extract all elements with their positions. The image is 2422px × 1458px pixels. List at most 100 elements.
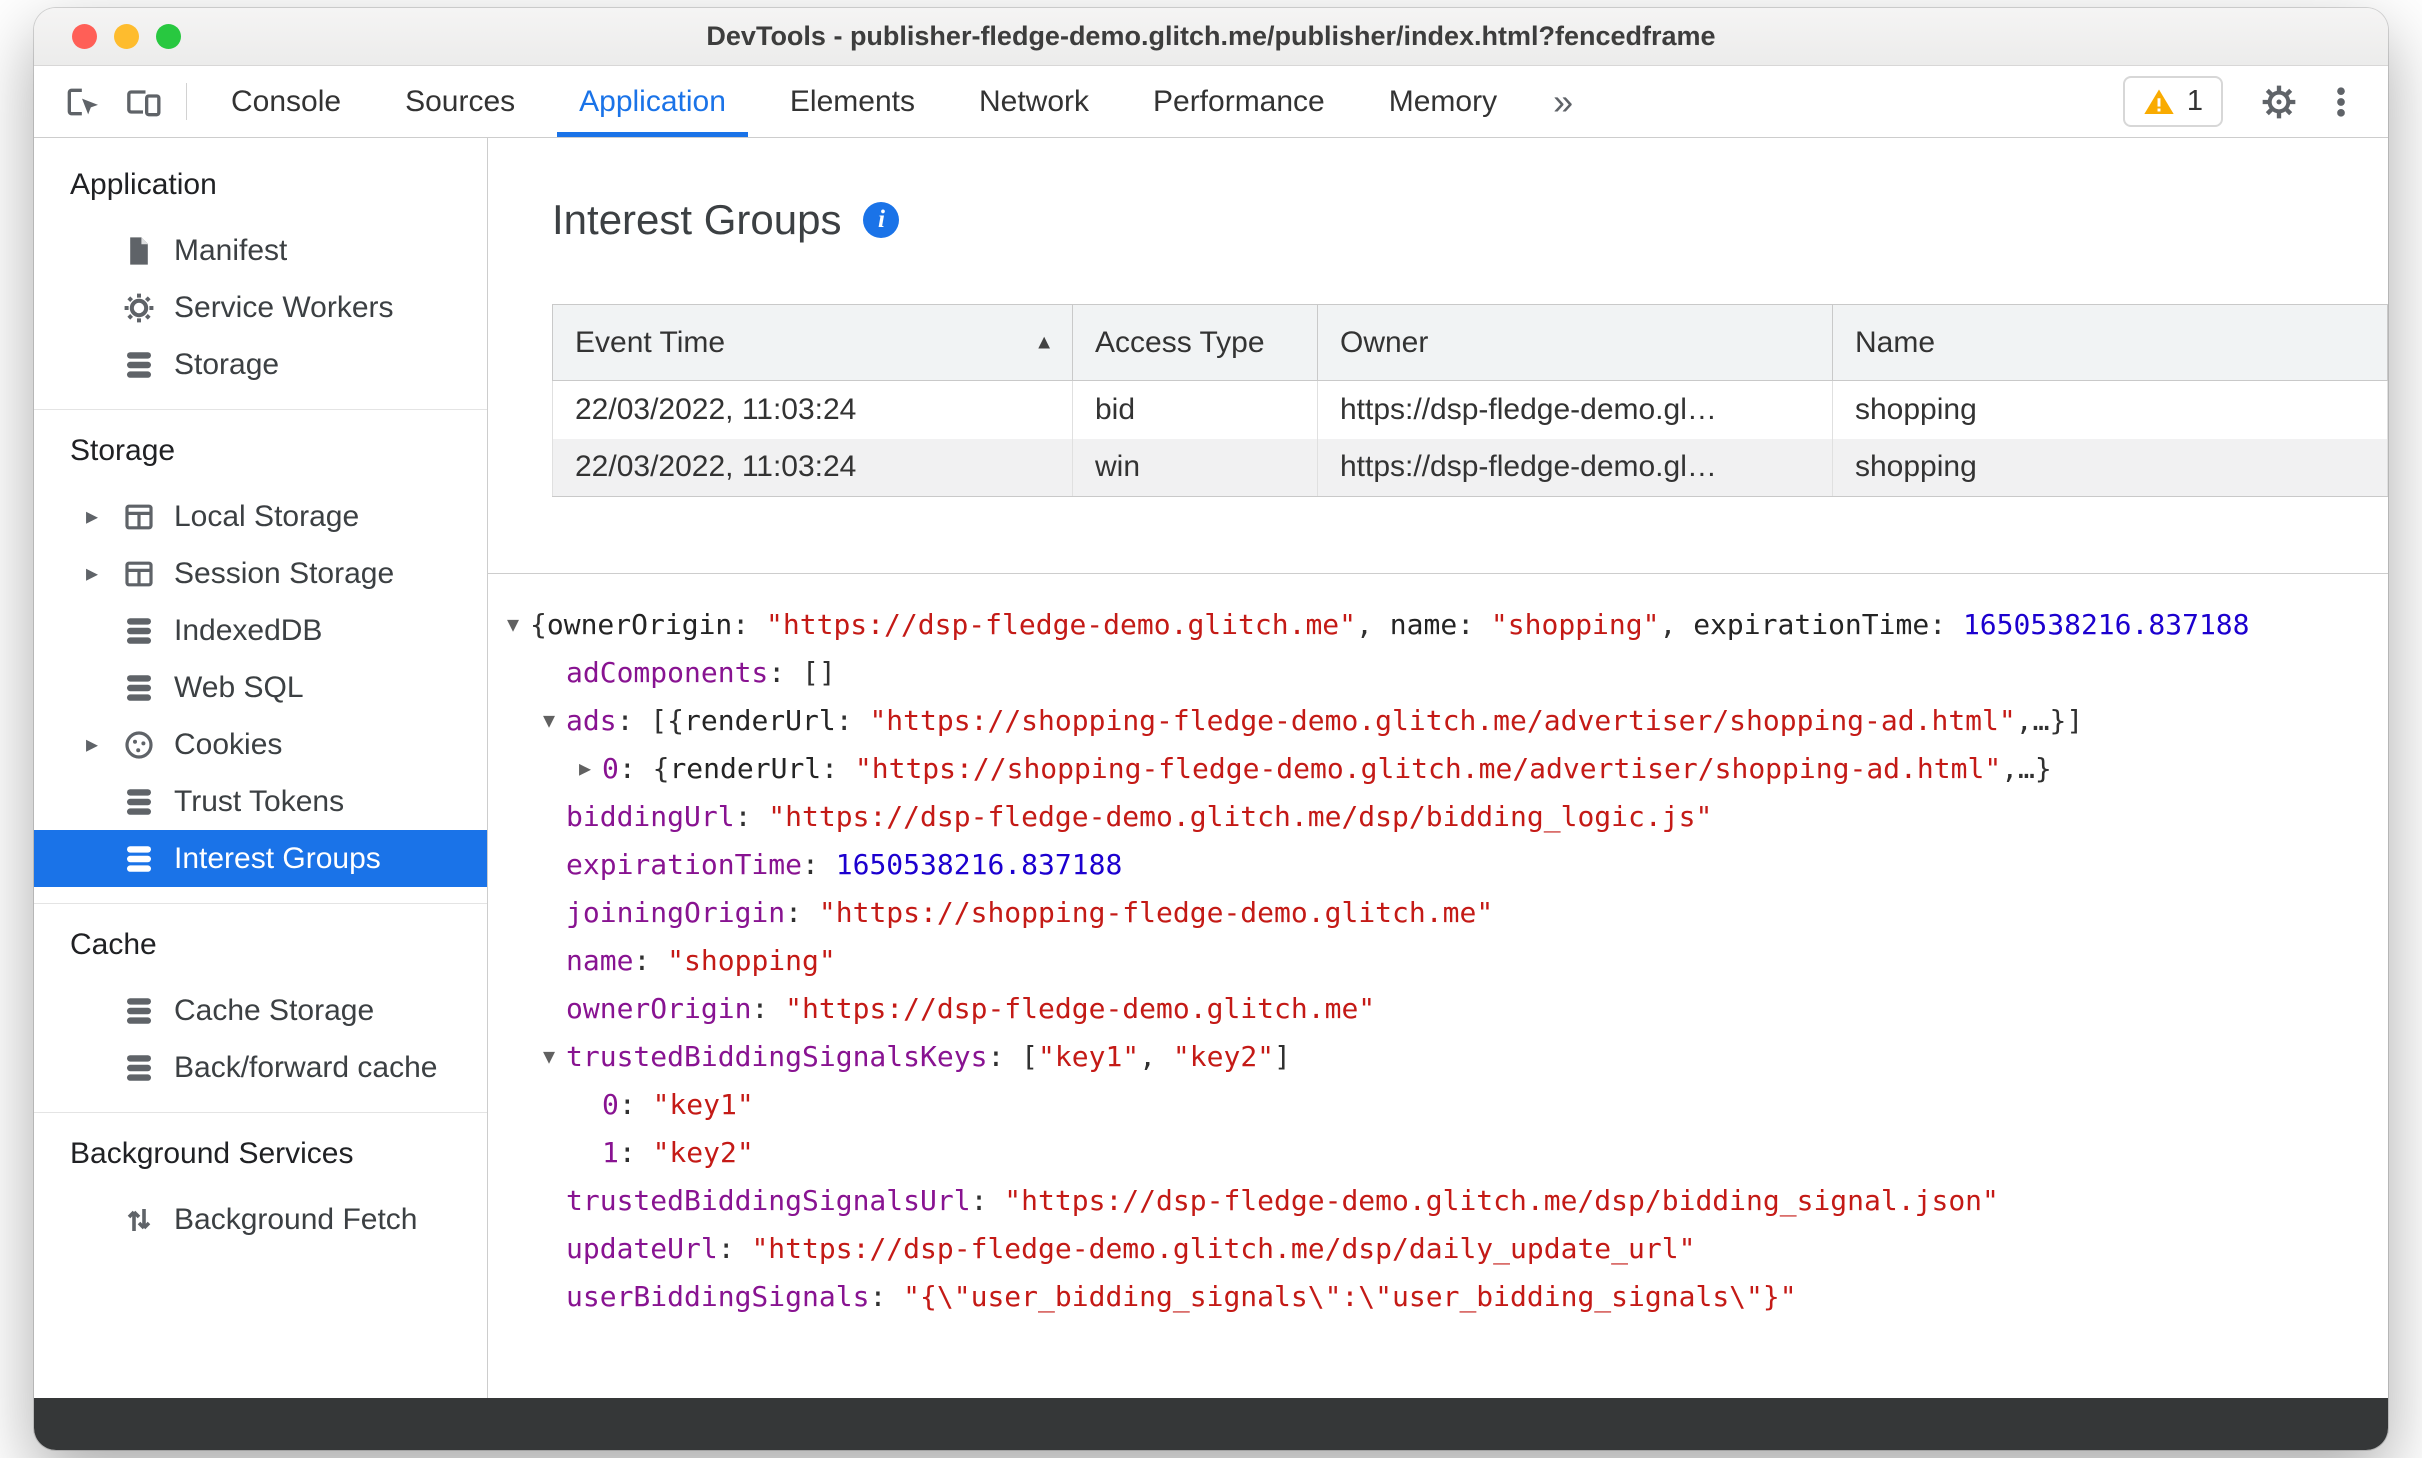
tab-elements[interactable]: Elements: [758, 66, 947, 137]
sidebar-item-storage[interactable]: Storage: [34, 336, 487, 393]
sidebar-item-back-forward-cache[interactable]: Back/forward cache: [34, 1039, 487, 1096]
sidebar-item-trust-tokens[interactable]: Trust Tokens: [34, 773, 487, 830]
tree-segment-plain: ,: [1139, 1039, 1173, 1073]
database-icon: [122, 348, 156, 382]
tree-row-biddingurl[interactable]: biddingUrl: "https://dsp-fledge-demo.gli…: [496, 792, 2388, 840]
zoom-button[interactable]: [156, 24, 181, 49]
expand-arrow-icon[interactable]: ▸: [86, 559, 122, 588]
sidebar-item-indexeddb[interactable]: IndexedDB: [34, 602, 487, 659]
tree-row-adcomponents[interactable]: adComponents: []: [496, 648, 2388, 696]
sidebar-item-background-fetch[interactable]: Background Fetch: [34, 1191, 487, 1248]
sidebar-item-label: IndexedDB: [174, 613, 323, 647]
manifest-icon: [122, 234, 156, 268]
tree-row-ads[interactable]: ▼ ads: [{renderUrl: "https://shopping-fle…: [496, 696, 2388, 744]
titlebar: DevTools - publisher-fledge-demo.glitch.…: [34, 8, 2388, 66]
tree-segment-index: 0: [602, 1087, 619, 1121]
inspect-icon[interactable]: [50, 66, 112, 137]
tree-segment-key: updateUrl: [566, 1231, 718, 1265]
tree-row-1[interactable]: 1: "key2": [496, 1128, 2388, 1176]
column-label: Event Time: [575, 325, 726, 359]
tab-performance[interactable]: Performance: [1121, 66, 1357, 137]
sidebar-item-web-sql[interactable]: Web SQL: [34, 659, 487, 716]
sidebar-item-service-workers[interactable]: Service Workers: [34, 279, 487, 336]
tree-row-name[interactable]: name: "shopping": [496, 936, 2388, 984]
tree-segment-str: "key2": [1172, 1039, 1275, 1073]
expand-arrow-icon[interactable]: ▸: [86, 730, 122, 759]
expand-arrow-icon[interactable]: ▸: [86, 502, 122, 531]
sidebar-item-session-storage[interactable]: ▸ Session Storage: [34, 545, 487, 602]
sidebar-section-title: Cache: [70, 928, 157, 961]
tree-segment-key: joiningOrigin: [566, 895, 786, 929]
tab-network[interactable]: Network: [947, 66, 1121, 137]
column-label: Owner: [1340, 325, 1429, 359]
tree-row-trustedbiddingsignalsurl[interactable]: trustedBiddingSignalsUrl: "https://dsp-f…: [496, 1176, 2388, 1224]
tree-segment-plain: :: [618, 1087, 653, 1121]
tree-segment-plain: [{: [650, 703, 685, 737]
info-icon[interactable]: i: [863, 202, 900, 238]
tree-segment-plain: :: [618, 1135, 653, 1169]
cell-name: shopping: [1832, 380, 2388, 439]
column-header-name[interactable]: Name: [1832, 304, 2388, 381]
tab-sources[interactable]: Sources: [373, 66, 547, 137]
sidebar-item-label: Cookies: [174, 727, 283, 761]
more-options-icon[interactable]: [2310, 82, 2372, 122]
sidebar-item-manifest[interactable]: Manifest: [34, 222, 487, 279]
tree-row-joiningorigin[interactable]: joiningOrigin: "https://shopping-fledge-…: [496, 888, 2388, 936]
tree-row-userbiddingsignals[interactable]: userBiddingSignals: "{\"user_bidding_sig…: [496, 1272, 2388, 1320]
tree-segment-index: 1: [602, 1135, 619, 1169]
tree-segment-index: 0: [602, 751, 619, 785]
table-icon: [122, 557, 156, 591]
column-header-owner[interactable]: Owner: [1317, 304, 1833, 381]
tab-application[interactable]: Application: [547, 66, 758, 137]
tree-segment-str: "https://shopping-fledge-demo.glitch.me/…: [854, 751, 2002, 785]
tree-segment-plain: :: [751, 991, 786, 1025]
issue-count: 1: [2186, 85, 2203, 117]
tree-segment-str: "shopping": [1490, 607, 1660, 641]
tree-row-updateurl[interactable]: updateUrl: "https://dsp-fledge-demo.glit…: [496, 1224, 2388, 1272]
sidebar-item-cookies[interactable]: ▸ Cookies: [34, 716, 487, 773]
expand-arrow-icon[interactable]: ▶: [568, 756, 602, 780]
sidebar-section-title: Application: [70, 168, 217, 201]
tree-segment-plain: ,…}]: [2015, 703, 2084, 737]
main-panel: Interest Groups i Event Time ▲ Access Type…: [488, 138, 2388, 1398]
column-header-access-type[interactable]: Access Type: [1072, 304, 1318, 381]
close-button[interactable]: [72, 24, 97, 49]
collapse-arrow-icon[interactable]: ▼: [532, 1044, 566, 1068]
more-tabs-button[interactable]: »: [1529, 66, 1597, 137]
tab-memory[interactable]: Memory: [1357, 66, 1529, 137]
column-header-event-time[interactable]: Event Time ▲: [552, 304, 1073, 381]
sidebar-item-local-storage[interactable]: ▸ Local Storage: [34, 488, 487, 545]
tree-segment-plain: ,: [1356, 607, 1390, 641]
table-row[interactable]: 22/03/2022, 11:03:24 bid https://dsp-fledg…: [552, 380, 2388, 439]
tree-row-ownerorigin[interactable]: ownerOrigin: "https://dsp-fledge-demo.gl…: [496, 984, 2388, 1032]
sidebar-item-label: Session Storage: [174, 556, 395, 590]
minimize-button[interactable]: [114, 24, 139, 49]
settings-gear-icon[interactable]: [2248, 82, 2310, 122]
sidebar-item-cache-storage[interactable]: Cache Storage: [34, 982, 487, 1039]
tree-segment-key: userBiddingSignals: [566, 1279, 870, 1313]
sidebar-item-label: Web SQL: [174, 670, 304, 704]
device-toolbar-icon[interactable]: [112, 66, 174, 137]
sort-ascending-icon: ▲: [1034, 331, 1054, 353]
sidebar-item-interest-groups[interactable]: Interest Groups: [34, 830, 487, 887]
tree-row-expirationtime[interactable]: expirationTime: 1650538216.837188: [496, 840, 2388, 888]
tree-segment-plain: {: [530, 607, 547, 641]
sidebar-section-application: Application Manifest Service Workers Storag…: [34, 138, 487, 409]
sidebar-section-storage: Storage ▸ Local Storage ▸ Session Storage Ind…: [34, 409, 487, 903]
tree-row-0[interactable]: ▶ 0: {renderUrl: "https://shopping-fledge…: [496, 744, 2388, 792]
tree-segment-num: 1650538216.837188: [835, 847, 1123, 881]
tree-row-trustedbiddingsignalskeys[interactable]: ▼ trustedBiddingSignalsKeys: ["key1", "ke…: [496, 1032, 2388, 1080]
issues-badge[interactable]: 1: [2122, 76, 2223, 127]
table-row[interactable]: 22/03/2022, 11:03:24 win https://dsp-fledg…: [552, 438, 2388, 497]
cell-access-type: bid: [1072, 380, 1318, 439]
tree-segment-key: adComponents: [566, 655, 769, 689]
tab-console[interactable]: Console: [199, 66, 373, 137]
collapse-arrow-icon[interactable]: ▼: [496, 612, 530, 636]
sidebar-item-label: Back/forward cache: [174, 1050, 438, 1084]
tree-segment-pkey: expirationTime: [1693, 607, 1930, 641]
tree-row-ownerorigin[interactable]: ▼{ownerOrigin: "https://dsp-fledge-demo.…: [496, 600, 2388, 648]
sidebar-item-label: Local Storage: [174, 499, 360, 533]
tree-row-0[interactable]: 0: "key1": [496, 1080, 2388, 1128]
collapse-arrow-icon[interactable]: ▼: [532, 708, 566, 732]
tree-segment-plain: :: [1929, 607, 1963, 641]
